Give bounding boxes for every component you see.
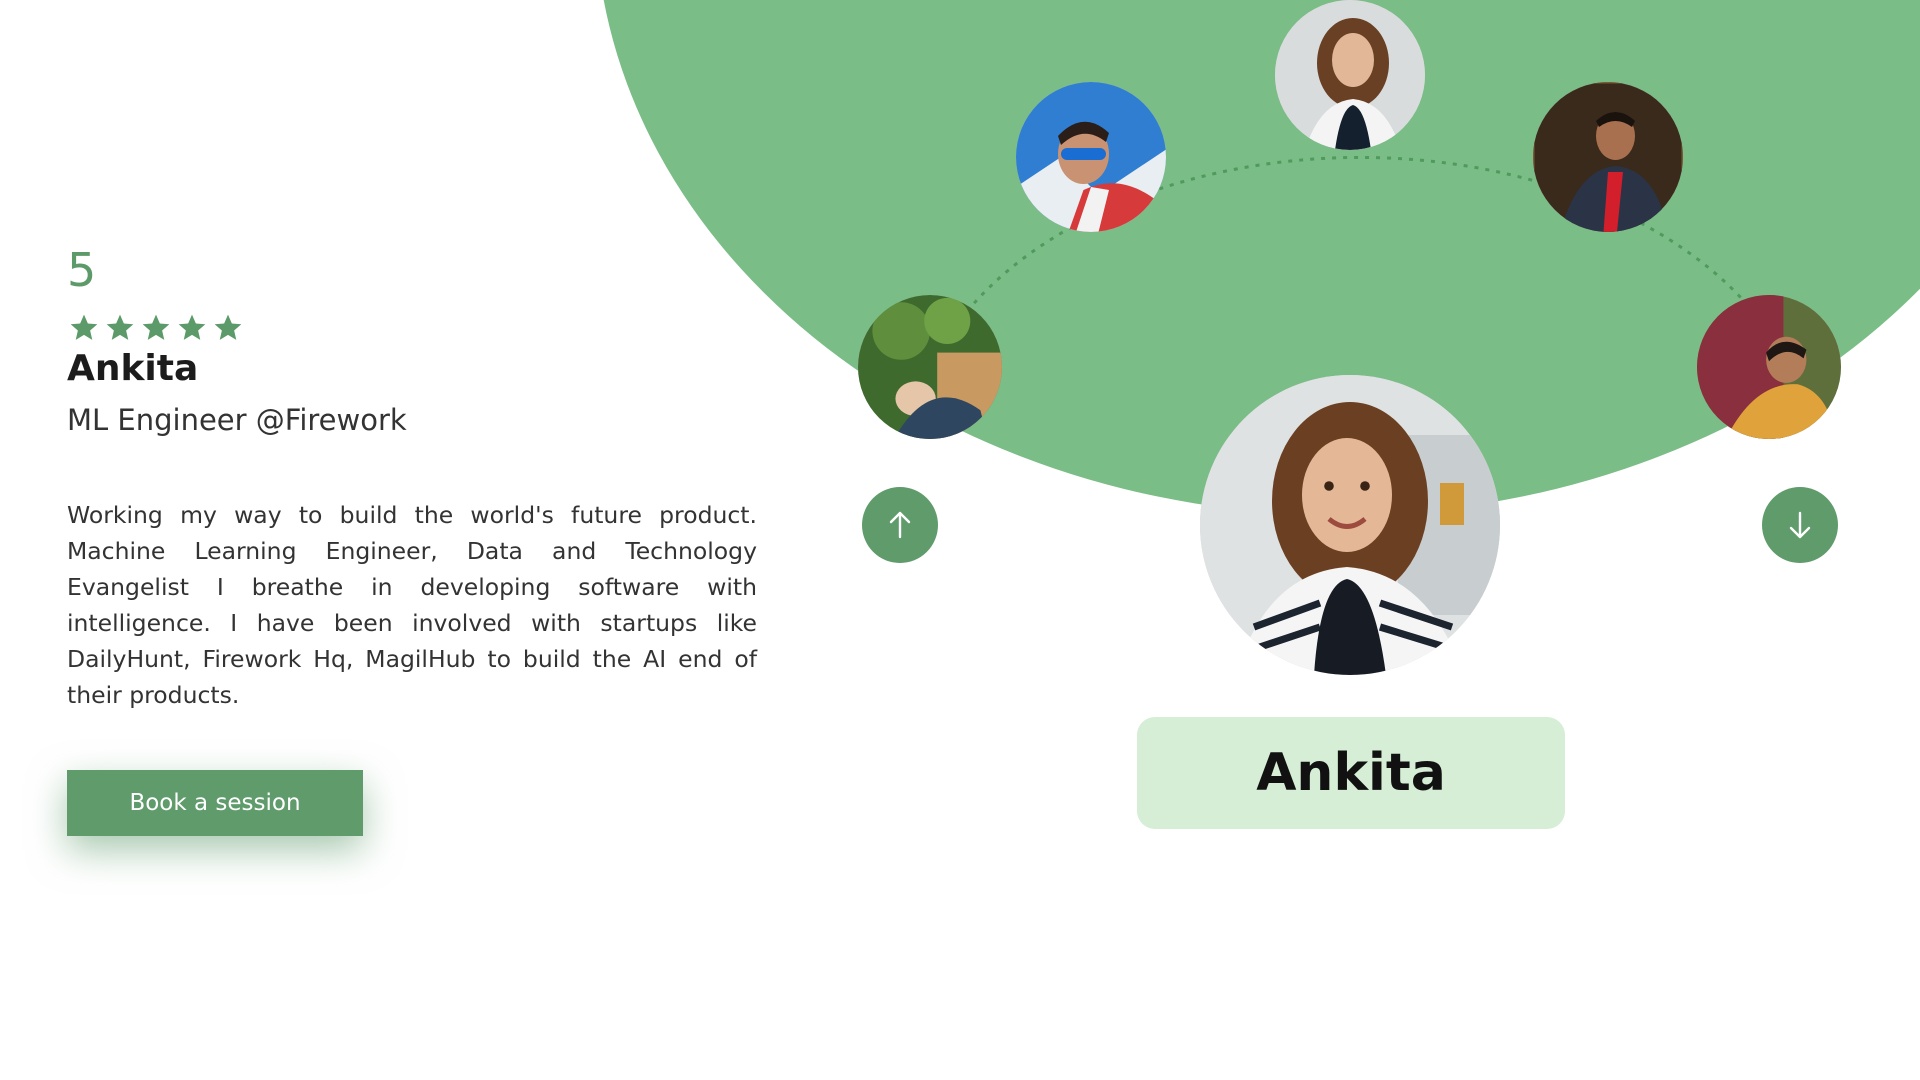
star-icon — [106, 314, 134, 340]
person-photo-icon — [1697, 295, 1841, 439]
person-photo-icon — [858, 295, 1002, 439]
profile-bio: Working my way to build the world's futu… — [67, 501, 757, 709]
selected-avatar — [1200, 375, 1500, 675]
rating-value: 5 — [67, 243, 97, 297]
person-photo-icon — [1275, 0, 1425, 150]
avatar-right-high[interactable] — [1533, 82, 1683, 232]
star-icon — [178, 314, 206, 340]
avatar-top[interactable] — [1275, 0, 1425, 150]
avatar-right-low[interactable] — [1697, 295, 1841, 439]
profile-name: Ankita — [67, 348, 199, 389]
carousel-next-button[interactable] — [1762, 487, 1838, 563]
book-session-button[interactable]: Book a session — [67, 770, 363, 836]
person-photo-icon — [1533, 82, 1683, 232]
person-photo-icon — [1016, 82, 1166, 232]
selected-name-card: Ankita — [1137, 717, 1565, 829]
avatar-left-low[interactable] — [858, 295, 1002, 439]
avatar-left-high[interactable] — [1016, 82, 1166, 232]
star-icon — [214, 314, 242, 340]
selected-name: Ankita — [1256, 743, 1446, 803]
star-rating — [68, 312, 244, 344]
person-photo-icon — [1200, 375, 1500, 675]
arrow-up-icon — [889, 511, 911, 539]
profile-role: ML Engineer @Firework — [67, 403, 407, 437]
star-icon — [70, 314, 98, 340]
testimonial-section: 5 Ankita ML Engineer @Firework Working m… — [0, 0, 1920, 1080]
arrow-down-icon — [1789, 511, 1811, 539]
carousel-prev-button[interactable] — [862, 487, 938, 563]
star-icon — [142, 314, 170, 340]
